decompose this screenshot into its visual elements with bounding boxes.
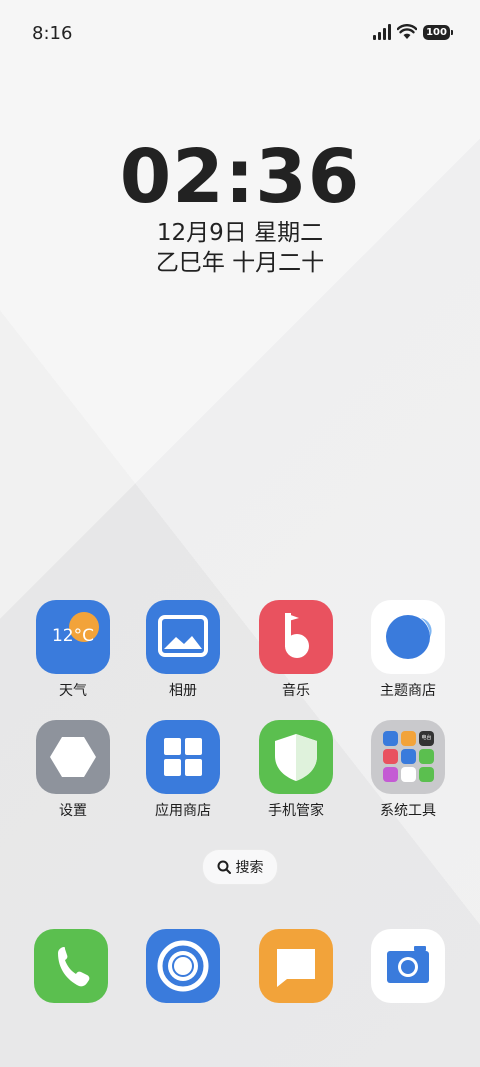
mini-app-icon	[419, 767, 434, 782]
app-label: 设置	[59, 803, 87, 819]
dock-camera[interactable]	[371, 929, 445, 1003]
search-label: 搜索	[235, 860, 264, 876]
mini-app-icon	[383, 731, 398, 746]
gallery-icon	[146, 600, 220, 674]
mini-app-icon	[419, 749, 434, 764]
dock-browser[interactable]	[146, 929, 220, 1003]
mini-app-icon	[401, 749, 416, 764]
browser-icon	[157, 940, 209, 992]
app-label: 主题商店	[380, 683, 436, 699]
messages-icon	[277, 949, 315, 987]
clock-widget[interactable]: 02:36 12月9日 星期二 乙巳年 十月二十	[0, 136, 480, 278]
weather-temp: 12°C	[51, 626, 94, 646]
app-music[interactable]: 音乐	[240, 600, 352, 700]
app-label: 应用商店	[155, 803, 211, 819]
signal-icon	[373, 24, 391, 40]
app-weather[interactable]: 12°C 天气	[17, 600, 129, 700]
phone-icon	[58, 947, 90, 987]
mini-app-icon	[401, 767, 416, 782]
app-label: 音乐	[282, 683, 310, 699]
theme-store-icon	[371, 600, 445, 674]
app-app-store[interactable]: 应用商店	[127, 720, 239, 820]
app-label: 天气	[59, 683, 87, 699]
app-phone-manager[interactable]: 手机管家	[240, 720, 352, 820]
clock-time: 02:36	[119, 134, 361, 220]
status-time: 8:16	[32, 23, 73, 44]
app-theme-store[interactable]: 主题商店	[352, 600, 464, 700]
search-icon	[217, 860, 231, 874]
dock-phone[interactable]	[34, 929, 108, 1003]
music-icon	[259, 600, 333, 674]
app-system-tools-folder[interactable]: 电台 系统工具	[352, 720, 464, 820]
app-label: 系统工具	[380, 803, 436, 819]
search-button[interactable]: 搜索	[202, 849, 278, 885]
app-label: 相册	[169, 683, 197, 699]
status-bar: 8:16 100	[0, 0, 480, 68]
settings-icon	[36, 720, 110, 794]
mini-app-icon	[401, 731, 416, 746]
phone-manager-icon	[259, 720, 333, 794]
battery-icon: 100	[423, 24, 453, 40]
mini-app-icon	[383, 767, 398, 782]
clock-date: 12月9日 星期二	[156, 220, 324, 246]
battery-level: 100	[426, 26, 447, 38]
weather-icon: 12°C	[36, 600, 110, 674]
clock-lunar-date: 乙巳年 十月二十	[155, 250, 325, 276]
wifi-icon	[397, 24, 417, 39]
dock-messages[interactable]	[259, 929, 333, 1003]
camera-icon	[387, 946, 429, 983]
app-settings[interactable]: 设置	[17, 720, 129, 820]
app-label: 手机管家	[268, 803, 324, 819]
mini-radio-icon: 电台	[419, 731, 434, 746]
status-icons: 100	[373, 24, 453, 40]
system-tools-folder-icon: 电台	[371, 720, 445, 794]
mini-app-icon	[383, 749, 398, 764]
app-gallery[interactable]: 相册	[127, 600, 239, 700]
app-store-icon	[146, 720, 220, 794]
